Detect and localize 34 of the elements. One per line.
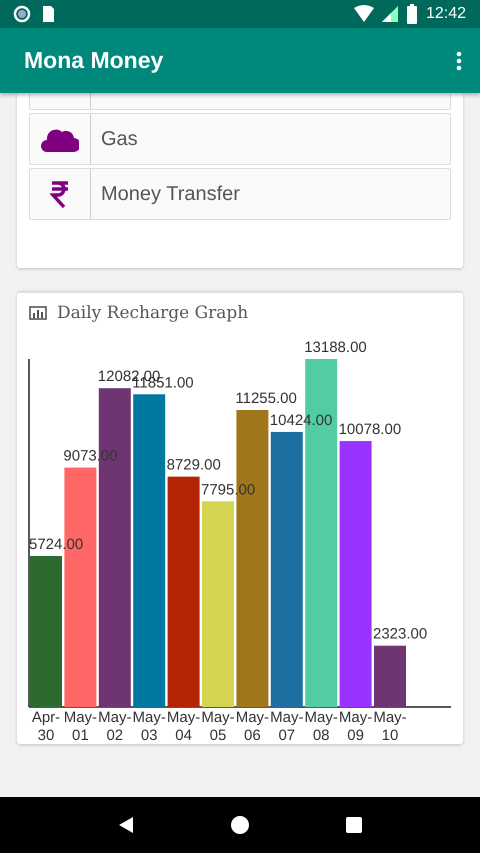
date-label: May-05 bbox=[201, 709, 235, 744]
service-label: Money Transfer bbox=[101, 182, 240, 206]
date-label: May-01 bbox=[64, 709, 98, 744]
date-label: May-06 bbox=[236, 709, 270, 744]
value-label: 2323.00 bbox=[373, 626, 428, 643]
signal-icon bbox=[382, 6, 398, 22]
wifi-icon bbox=[354, 5, 374, 23]
service-row[interactable]: Gas bbox=[29, 113, 451, 165]
record-icon bbox=[12, 4, 32, 24]
date-label: May-08 bbox=[304, 709, 338, 744]
sd-card-icon bbox=[40, 4, 56, 24]
home-icon[interactable] bbox=[230, 816, 249, 834]
battery-icon bbox=[406, 4, 418, 24]
date-label: May-10 bbox=[373, 709, 407, 744]
value-label: 8729.00 bbox=[166, 456, 221, 474]
graph-title: Daily Recharge Graph bbox=[57, 303, 248, 323]
date-label: May-04 bbox=[166, 709, 200, 744]
date-label: May-03 bbox=[132, 709, 166, 744]
date-label: May-02 bbox=[98, 709, 132, 744]
date-label: Apr-30 bbox=[32, 709, 60, 744]
value-label: 11255.00 bbox=[235, 390, 297, 407]
service-label: Gas bbox=[101, 128, 138, 150]
date-label: May-07 bbox=[270, 709, 304, 744]
recents-icon[interactable] bbox=[346, 817, 362, 833]
clock-time: 12:42 bbox=[426, 5, 466, 23]
back-icon[interactable] bbox=[118, 816, 134, 834]
value-label: 10078.00 bbox=[338, 421, 402, 438]
app-title: Mona Money bbox=[24, 47, 164, 74]
rupee-icon bbox=[50, 180, 70, 208]
value-label: 13188.00 bbox=[304, 339, 367, 356]
more-options-icon[interactable] bbox=[456, 50, 462, 70]
date-label: May-09 bbox=[338, 709, 372, 744]
service-row[interactable]: Money Transfer bbox=[29, 168, 451, 220]
bar-chart-icon bbox=[29, 306, 47, 320]
